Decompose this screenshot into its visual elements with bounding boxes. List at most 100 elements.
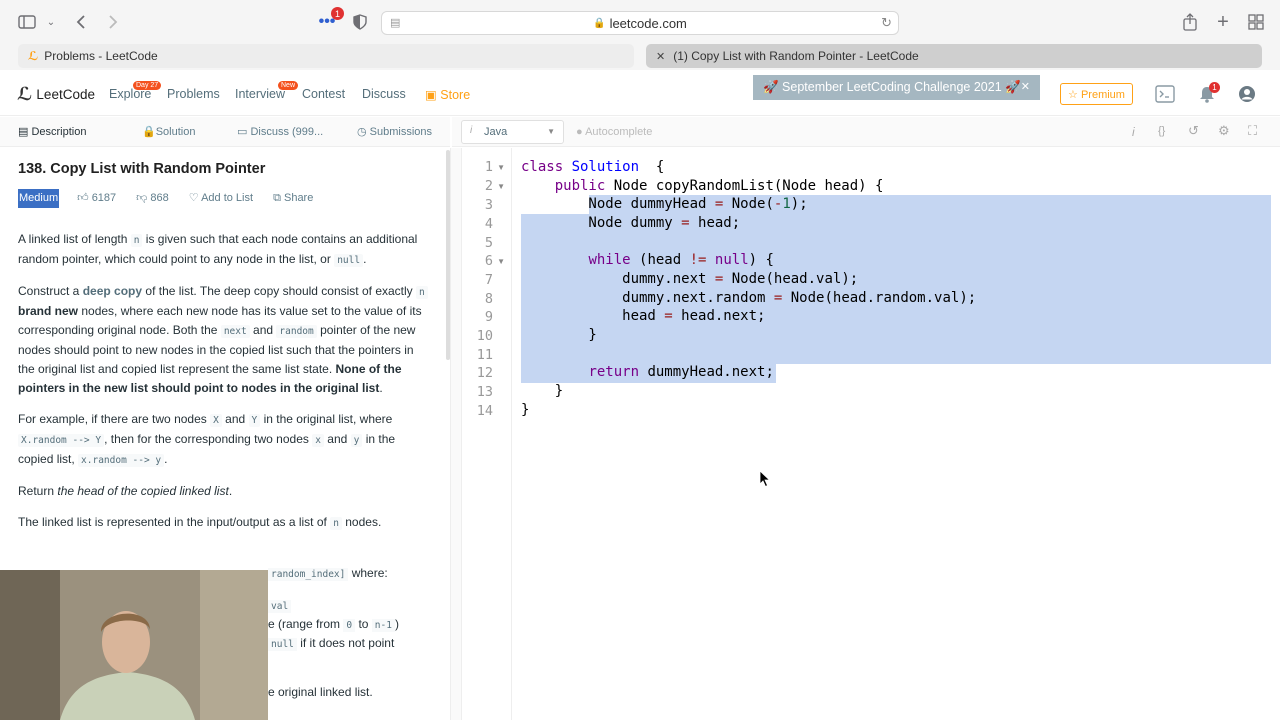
- line-number: 7: [484, 272, 493, 288]
- explore-badge: Day 27: [133, 81, 162, 90]
- tab-discuss[interactable]: ▭ Discuss (999...: [237, 125, 323, 138]
- code-line[interactable]: class Solution {: [521, 158, 664, 177]
- browser-tab-title: (1) Copy List with Random Pointer - Leet…: [673, 49, 919, 63]
- like-button[interactable]: 👍︎ 6187: [77, 189, 116, 208]
- line-number-gutter: 1 ▼ 2 ▼ 3 4 5 6 ▼ 7 8 9 10 11 12 13 14: [462, 148, 512, 720]
- thumbs-down-icon: 👎︎: [136, 192, 151, 204]
- code-token: class: [521, 159, 572, 175]
- browser-tab-title: Problems - LeetCode: [44, 49, 158, 63]
- code-token: Node(: [723, 196, 774, 212]
- nav-discuss[interactable]: Discuss: [362, 87, 406, 101]
- nav-contest[interactable]: Contest: [302, 87, 345, 101]
- address-bar[interactable]: ▤ 🔒 leetcode.com ↻: [381, 11, 899, 35]
- add-to-list-button[interactable]: ♡ Add to List: [189, 189, 253, 208]
- language-select[interactable]: i Java ▼: [461, 120, 564, 144]
- chevron-down-icon[interactable]: ⌄: [40, 11, 62, 33]
- code-line[interactable]: }: [521, 401, 529, 420]
- extension-badge: 1: [331, 7, 344, 20]
- share-button[interactable]: ⧉ Share: [273, 189, 313, 208]
- code-token: while: [588, 252, 631, 268]
- code-token: Node dummyHead: [521, 196, 715, 212]
- code-line[interactable]: }: [521, 382, 563, 401]
- paragraph-4: Return the head of the copied linked lis…: [18, 484, 233, 498]
- code-line[interactable]: Node dummy = head;: [521, 214, 740, 233]
- code-line[interactable]: head = head.next;: [521, 307, 765, 326]
- nav-problems[interactable]: Problems: [167, 87, 220, 101]
- code-token: Node(head.random.val);: [782, 290, 977, 306]
- code-token: dummyHead.next;: [639, 364, 774, 380]
- fold-arrow-icon[interactable]: ▼: [497, 257, 505, 266]
- forward-icon[interactable]: [102, 11, 124, 33]
- info-icon: i: [470, 125, 473, 136]
- code-line[interactable]: return dummyHead.next;: [521, 363, 774, 382]
- thumbs-up-icon: 👍︎: [77, 192, 92, 204]
- code-line[interactable]: public Node copyRandomList(Node head) {: [521, 177, 884, 196]
- line-number: 2: [484, 178, 493, 194]
- reset-icon[interactable]: ↺: [1188, 123, 1199, 139]
- nav-interview[interactable]: Interview: [235, 87, 285, 101]
- code-token: }: [521, 402, 530, 418]
- code-line[interactable]: }: [521, 326, 597, 345]
- browser-tab-problems[interactable]: ℒ Problems - LeetCode: [18, 44, 634, 68]
- line-number: 10: [476, 328, 493, 344]
- settings-gear-icon[interactable]: ⚙: [1218, 123, 1230, 139]
- reload-icon[interactable]: ↻: [881, 15, 892, 31]
- code-token: {: [639, 159, 665, 175]
- premium-button[interactable]: ☆ Premium: [1060, 83, 1133, 105]
- code-line[interactable]: Node dummyHead = Node(-1);: [521, 195, 807, 214]
- line-number: 12: [476, 365, 493, 381]
- line-number: 4: [484, 216, 493, 232]
- line-number: 1: [484, 159, 493, 175]
- tab-solution[interactable]: 🔒Solution: [142, 125, 195, 138]
- code-token: 1: [782, 196, 791, 212]
- line-number: 6: [484, 253, 493, 269]
- code-line[interactable]: dummy.next = Node(head.val);: [521, 270, 858, 289]
- code-line[interactable]: dummy.next.random = Node(head.random.val…: [521, 289, 976, 308]
- desc-fragment-3: e (range from 0 to n-1): [268, 617, 399, 632]
- editor-toolbar: i Java ▼ ● Autocomplete i {} ↺ ⚙ ⛶: [452, 117, 1280, 147]
- sidebar-toggle-icon[interactable]: [16, 11, 38, 33]
- tab-description[interactable]: ▤ Description: [18, 125, 86, 138]
- autocomplete-toggle[interactable]: ● Autocomplete: [576, 126, 652, 138]
- dislike-button[interactable]: 👎︎ 868: [136, 189, 169, 208]
- line-number: 13: [476, 384, 493, 400]
- line-number: 8: [484, 291, 493, 307]
- paragraph-3: For example, if there are two nodes X an…: [18, 412, 396, 467]
- close-tab-icon[interactable]: ✕: [656, 50, 665, 63]
- desc-fragment-5: e original linked list.: [268, 685, 373, 699]
- problem-description: 138. Copy List with Random Pointer Mediu…: [18, 160, 428, 545]
- fold-arrow-icon[interactable]: ▼: [497, 182, 505, 191]
- share-icon: ⧉: [273, 192, 284, 204]
- avatar[interactable]: [1238, 85, 1256, 108]
- info-icon[interactable]: i: [1132, 125, 1135, 139]
- code-token: public: [554, 178, 614, 194]
- share-icon[interactable]: [1179, 11, 1201, 33]
- tab-submissions[interactable]: ◷ Submissions: [357, 125, 432, 138]
- heart-icon: ♡: [188, 192, 202, 204]
- code-line[interactable]: while (head != null) {: [521, 251, 773, 270]
- line-number: 14: [476, 403, 493, 419]
- deep-copy-link[interactable]: deep copy: [83, 284, 142, 298]
- new-tab-icon[interactable]: +: [1212, 11, 1234, 33]
- challenge-banner[interactable]: 🚀 September LeetCoding Challenge 2021 🚀 …: [753, 75, 1040, 100]
- playground-icon[interactable]: [1155, 85, 1175, 108]
- code-token: head.next;: [672, 308, 766, 324]
- fullscreen-icon[interactable]: ⛶: [1248, 123, 1257, 139]
- panel-splitter[interactable]: [450, 148, 462, 720]
- presenter-video: [0, 570, 268, 720]
- leetcode-logo[interactable]: ℒ LeetCode: [17, 84, 95, 105]
- code-token: }: [521, 327, 597, 343]
- braces-icon[interactable]: {}: [1158, 125, 1165, 137]
- paragraph-1: A linked list of length n is given such …: [18, 232, 418, 267]
- tab-overview-icon[interactable]: [1245, 11, 1267, 33]
- nav-store[interactable]: ▣ Store: [425, 87, 470, 102]
- back-icon[interactable]: [70, 11, 92, 33]
- close-banner-icon[interactable]: ✕: [1021, 80, 1030, 93]
- browser-tab-active[interactable]: ✕ (1) Copy List with Random Pointer - Le…: [646, 44, 1262, 68]
- code-token: =: [664, 308, 673, 324]
- privacy-shield-icon[interactable]: [349, 11, 371, 33]
- paragraph-5: The linked list is represented in the in…: [18, 515, 382, 530]
- fold-arrow-icon[interactable]: ▼: [497, 163, 505, 172]
